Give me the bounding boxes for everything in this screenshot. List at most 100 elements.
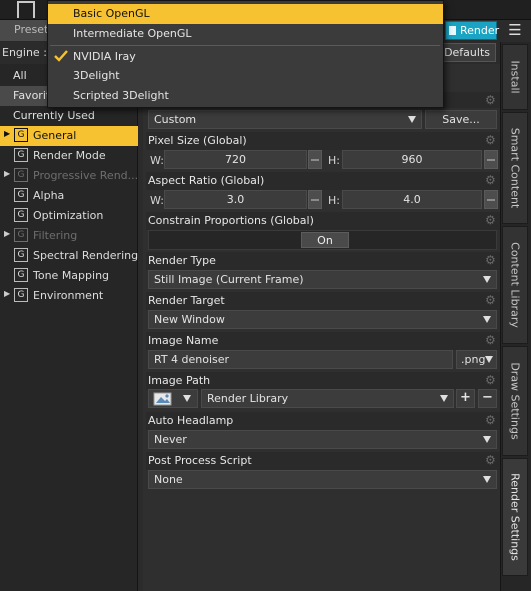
aspect-ratio-label: Aspect Ratio (Global) bbox=[148, 174, 265, 187]
expand-arrow-icon[interactable]: ▶ bbox=[4, 129, 10, 138]
menu-item-scripted-3delight[interactable]: Scripted 3Delight bbox=[48, 86, 443, 106]
tab-render-settings[interactable]: Render Settings bbox=[502, 458, 528, 576]
group-icon: G bbox=[14, 228, 28, 242]
gear-icon[interactable]: ⚙ bbox=[485, 254, 497, 266]
pane-menu-icon[interactable]: ☰ bbox=[503, 21, 527, 41]
gear-icon[interactable]: ⚙ bbox=[485, 134, 497, 146]
expand-arrow-icon[interactable]: ▶ bbox=[4, 169, 10, 178]
group-icon: G bbox=[14, 168, 28, 182]
gear-icon[interactable]: ⚙ bbox=[485, 214, 497, 226]
menu-item-nvidia-iray[interactable]: NVIDIA Iray bbox=[48, 47, 443, 67]
group-icon: G bbox=[14, 208, 28, 222]
pixel-w-label: W: bbox=[150, 154, 164, 167]
nav-category-label: Filtering bbox=[33, 229, 78, 242]
image-path-dropdown[interactable]: Render Library bbox=[201, 389, 454, 408]
gear-icon[interactable]: ⚙ bbox=[485, 334, 497, 346]
image-path-value: Render Library bbox=[207, 392, 289, 405]
pixel-size-label: Pixel Size (Global) bbox=[148, 134, 247, 147]
aspect-height-slider[interactable] bbox=[484, 190, 498, 209]
tab-draw-settings[interactable]: Draw Settings bbox=[502, 346, 528, 456]
tab-smart-content[interactable]: Smart Content bbox=[502, 112, 528, 224]
post-process-header: Post Process Script ⚙ bbox=[146, 452, 500, 470]
aspect-h-label: H: bbox=[328, 194, 340, 207]
constrain-toggle[interactable]: On bbox=[301, 232, 349, 248]
render-target-dropdown[interactable]: New Window bbox=[148, 310, 497, 329]
image-path-label: Image Path bbox=[148, 374, 211, 387]
aspect-height-field[interactable]: 4.0 bbox=[342, 190, 482, 209]
gear-icon[interactable]: ⚙ bbox=[485, 414, 497, 426]
pixel-height-slider[interactable] bbox=[484, 150, 498, 169]
image-name-header: Image Name ⚙ bbox=[146, 332, 500, 350]
expand-arrow-icon[interactable]: ▶ bbox=[4, 289, 10, 298]
toolbar-square-icon[interactable] bbox=[17, 1, 35, 18]
chevron-down-icon bbox=[183, 395, 191, 402]
nav-category-label: Alpha bbox=[33, 189, 65, 202]
image-path-menu-button[interactable] bbox=[148, 389, 198, 408]
render-target-label: Render Target bbox=[148, 294, 225, 307]
tab-install[interactable]: Install bbox=[502, 44, 528, 110]
nav-category-item[interactable]: ▶ G General bbox=[0, 126, 138, 146]
gear-icon[interactable]: ⚙ bbox=[485, 374, 497, 386]
presets-tab[interactable]: Preset bbox=[0, 20, 48, 41]
gear-icon[interactable]: ⚙ bbox=[485, 454, 497, 466]
save-preset-button[interactable]: Save... bbox=[425, 110, 497, 129]
gear-icon[interactable]: ⚙ bbox=[485, 174, 497, 186]
tab-content-library-label: Content Library bbox=[508, 242, 522, 328]
nav-category-item[interactable]: G Optimization bbox=[0, 206, 138, 226]
nav-category-item[interactable]: G Render Mode bbox=[0, 146, 138, 166]
image-name-label: Image Name bbox=[148, 334, 219, 347]
tab-draw-settings-label: Draw Settings bbox=[508, 362, 522, 440]
checkmark-icon bbox=[54, 50, 68, 62]
chevron-down-icon bbox=[483, 316, 491, 323]
nav-category-item[interactable]: ▶ G Environment bbox=[0, 286, 138, 306]
nav-category-item[interactable]: G Alpha bbox=[0, 186, 138, 206]
nav-category-label: Environment bbox=[33, 289, 104, 302]
nav-category-label: Render Mode bbox=[33, 149, 106, 162]
nav-category-label: Spectral Rendering bbox=[33, 249, 139, 262]
chevron-down-icon bbox=[483, 476, 491, 483]
nav-category-item[interactable]: ▶ G Progressive Rend... bbox=[0, 166, 138, 186]
render-icon bbox=[449, 26, 456, 35]
aspect-ratio-header: Aspect Ratio (Global) ⚙ bbox=[146, 172, 500, 190]
gear-icon[interactable]: ⚙ bbox=[485, 94, 497, 106]
auto-headlamp-dropdown[interactable]: Never bbox=[148, 430, 497, 449]
preset-value: Custom bbox=[154, 113, 197, 126]
menu-item-nvidia-iray-label: NVIDIA Iray bbox=[73, 50, 136, 63]
pixel-width-field[interactable]: 720 bbox=[164, 150, 307, 169]
image-name-input[interactable]: RT 4 denoiser bbox=[148, 350, 453, 369]
pixel-height-field[interactable]: 960 bbox=[342, 150, 482, 169]
nav-category-item[interactable]: ▶ G Filtering bbox=[0, 226, 138, 246]
aspect-width-slider[interactable] bbox=[308, 190, 322, 209]
gear-icon[interactable]: ⚙ bbox=[485, 294, 497, 306]
chevron-down-icon bbox=[485, 356, 493, 363]
remove-path-button[interactable]: − bbox=[478, 389, 497, 408]
image-ext-dropdown[interactable]: .png bbox=[456, 350, 497, 369]
tab-render-settings-label: Render Settings bbox=[508, 473, 522, 561]
preset-dropdown[interactable]: Custom bbox=[148, 110, 422, 129]
group-icon: G bbox=[14, 148, 28, 162]
aspect-w-label: W: bbox=[150, 194, 164, 207]
menu-item-3delight[interactable]: 3Delight bbox=[48, 66, 443, 86]
constrain-toggle-track[interactable]: On bbox=[148, 230, 497, 250]
pixel-width-slider[interactable] bbox=[308, 150, 322, 169]
render-type-label: Render Type bbox=[148, 254, 216, 267]
nav-category-item[interactable]: G Tone Mapping bbox=[0, 266, 138, 286]
render-type-value: Still Image (Current Frame) bbox=[154, 273, 304, 286]
aspect-width-field[interactable]: 3.0 bbox=[164, 190, 307, 209]
filter-currently-used[interactable]: Currently Used bbox=[0, 106, 138, 126]
chevron-down-icon bbox=[408, 116, 416, 123]
menu-item-basic-opengl[interactable]: Basic OpenGL bbox=[48, 4, 443, 24]
add-path-button[interactable]: + bbox=[456, 389, 475, 408]
render-button[interactable]: Render bbox=[445, 21, 500, 40]
tab-content-library[interactable]: Content Library bbox=[502, 226, 528, 344]
nav-category-item[interactable]: G Spectral Rendering bbox=[0, 246, 138, 266]
render-target-value: New Window bbox=[154, 313, 225, 326]
render-button-label: Render bbox=[460, 24, 500, 37]
render-type-dropdown[interactable]: Still Image (Current Frame) bbox=[148, 270, 497, 289]
pixel-size-header: Pixel Size (Global) ⚙ bbox=[146, 132, 500, 150]
menu-item-intermediate-opengl[interactable]: Intermediate OpenGL bbox=[48, 24, 443, 44]
group-icon: G bbox=[14, 268, 28, 282]
tab-install-label: Install bbox=[508, 60, 522, 94]
post-process-dropdown[interactable]: None bbox=[148, 470, 497, 489]
expand-arrow-icon[interactable]: ▶ bbox=[4, 229, 10, 238]
